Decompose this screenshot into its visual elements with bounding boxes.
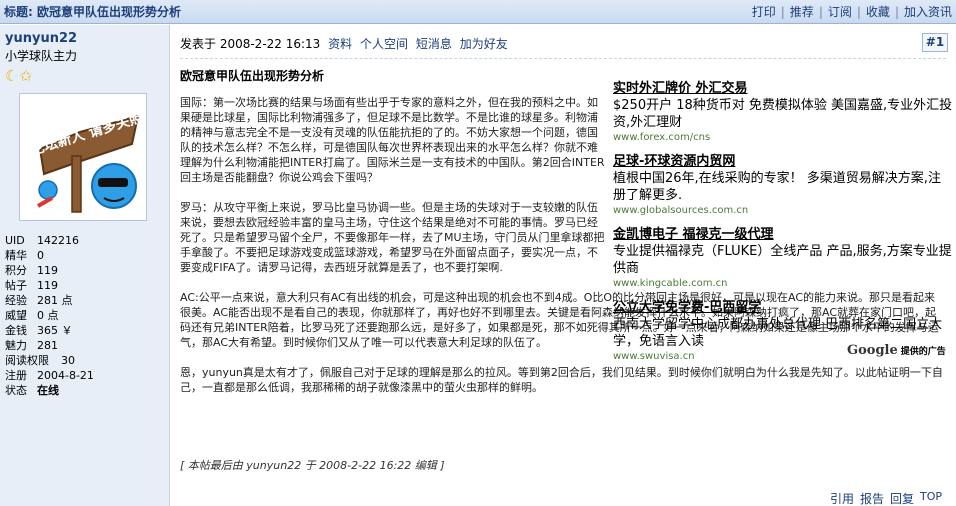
report-button[interactable]: 报告 <box>860 490 884 506</box>
rank-stars: ☾ ✩ <box>5 67 164 85</box>
stat-read-permission: 阅读权限 30 <box>5 354 75 367</box>
ad-url[interactable]: www.kingcable.com.cn <box>613 277 953 291</box>
personal-space-link[interactable]: 个人空间 <box>360 37 408 51</box>
thread-actions: 打印 | 推荐 | 订阅 | 收藏 | 加入资讯 <box>751 3 952 20</box>
reply-button[interactable]: 回复 <box>890 490 914 506</box>
stat-uid: UID 142216 <box>5 234 79 247</box>
ad-description: 专业提供福禄克（FLUKE）全线产品 产品,服务,方案专业提供商 <box>613 244 952 276</box>
subscribe-link[interactable]: 订阅 <box>828 3 852 20</box>
stat-digest: 精华 0 <box>5 249 44 262</box>
floor-number[interactable]: #1 <box>922 33 948 52</box>
profile-link[interactable]: 资料 <box>328 37 352 51</box>
back-to-top-button[interactable]: TOP <box>920 490 942 506</box>
add-friend-link[interactable]: 加为好友 <box>460 37 508 51</box>
author-name[interactable]: yunyun22 <box>5 31 164 46</box>
ad-url[interactable]: www.globalsources.com.cn <box>613 204 953 218</box>
ad-item[interactable]: 足球-环球资源内贸网 植根中国26年,在线采购的专家！ 多渠道贸易解决方案,注册… <box>613 153 953 218</box>
google-ads-label[interactable]: Google 提供的广告 <box>847 343 946 358</box>
divider <box>180 58 946 59</box>
add-to-news-link[interactable]: 加入资讯 <box>904 3 952 20</box>
ad-headline[interactable]: 足球-环球资源内贸网 <box>613 153 953 170</box>
favorite-link[interactable]: 收藏 <box>866 3 890 20</box>
stat-prestige: 威望 0 点 <box>5 309 59 322</box>
post-title: 欧冠意甲队伍出现形势分析 <box>180 69 325 83</box>
post-meta: 发表于 2008-2-22 16:13 资料 个人空间 短消息 加为好友 <box>180 35 508 52</box>
stat-status: 状态 在线 <box>5 384 59 397</box>
google-logo: Google <box>847 343 898 358</box>
ad-item[interactable]: 实时外汇牌价 外汇交易 $250开户 18种货币对 免费模拟体验 美国嘉盛,专业… <box>613 80 953 145</box>
post-paragraph: 国际：第一次场比赛的结果与场面有些出乎于专家的意料之外，但在我的预料之中。如果硬… <box>180 96 605 184</box>
post-paragraph: 罗马：从攻守平衡上来说，罗马比皇马协调一些。但是主场的失球对于一支较嫩的队伍来说… <box>180 201 605 274</box>
author-stats: UID 142216 精华 0 积分 119 帖子 119 经验 281 点 威望 0 点 … <box>5 233 164 398</box>
avatar[interactable]: 论坛新人 请多关照 <box>19 93 147 221</box>
ad-url[interactable]: www.forex.com/cns <box>613 131 953 145</box>
stat-charm: 魅力 281 <box>5 339 58 352</box>
stat-experience: 经验 281 点 <box>5 294 73 307</box>
stat-posts: 帖子 119 <box>5 279 58 292</box>
star-icon: ✩ <box>19 67 33 85</box>
ad-headline[interactable]: 公立大学免学费-巴西留学 <box>613 299 953 316</box>
ad-headline[interactable]: 实时外汇牌价 外汇交易 <box>613 80 953 97</box>
avatar-image: 论坛新人 请多关照 <box>20 94 146 220</box>
stat-points: 积分 119 <box>5 264 58 277</box>
edit-note: [ 本帖最后由 yunyun22 于 2008-2-22 16:22 编辑 ] <box>180 459 445 472</box>
ad-block: 实时外汇牌价 外汇交易 $250开户 18种货币对 免费模拟体验 美国嘉盛,专业… <box>613 80 953 372</box>
recommend-link[interactable]: 推荐 <box>790 3 814 20</box>
ad-description: $250开户 18种货币对 免费模拟体验 美国嘉盛,专业外汇投资,外汇理财 <box>613 98 953 130</box>
google-ads-tag: 提供的广告 <box>900 347 946 357</box>
ad-item[interactable]: 金凯博电子 福禄克一级代理 专业提供福禄克（FLUKE）全线产品 产品,服务,方… <box>613 226 953 291</box>
thread-title-bar: 标题: 欧冠意甲队伍出现形势分析 打印 | 推荐 | 订阅 | 收藏 | 加入资讯 <box>0 0 956 24</box>
author-rank-title: 小学球队主力 <box>5 49 78 63</box>
post-actions: 引用 报告 回复 TOP <box>830 490 942 506</box>
post-content-area: 发表于 2008-2-22 16:13 资料 个人空间 短消息 加为好友 #1 … <box>171 25 956 506</box>
ad-headline[interactable]: 金凯博电子 福禄克一级代理 <box>613 226 953 243</box>
thread-title: 标题: 欧冠意甲队伍出现形势分析 <box>4 5 181 19</box>
quote-button[interactable]: 引用 <box>830 490 854 506</box>
print-link[interactable]: 打印 <box>752 3 776 20</box>
send-message-link[interactable]: 短消息 <box>416 37 452 51</box>
ad-description: 植根中国26年,在线采购的专家！ 多渠道贸易解决方案,注册了解更多. <box>613 171 941 203</box>
author-sidebar: yunyun22 小学球队主力 ☾ ✩ 论坛新人 请多关照 UID 142216 … <box>0 25 170 506</box>
stat-registered: 注册 2004-8-21 <box>5 369 94 382</box>
post-body: 国际：第一次场比赛的结果与场面有些出乎于专家的意料之外，但在我的预料之中。如果硬… <box>180 95 943 410</box>
moon-icon: ☾ <box>5 67 19 85</box>
post-date: 发表于 2008-2-22 16:13 <box>180 37 321 51</box>
stat-money: 金钱 365 ￥ <box>5 324 73 337</box>
